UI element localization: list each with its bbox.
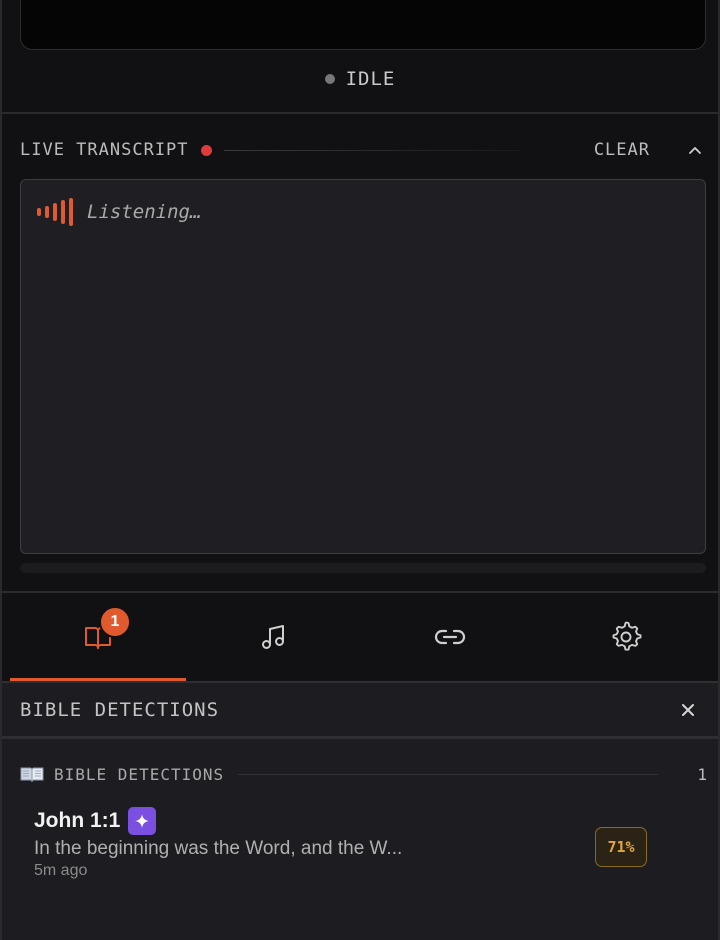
close-icon: [682, 703, 694, 716]
transcript-title: LIVE TRANSCRIPT: [20, 140, 189, 160]
section-header: BIBLE DETECTIONS 1: [20, 763, 708, 785]
app-root: IDLE LIVE TRANSCRIPT CLEAR Listening… 1 …: [0, 0, 720, 940]
tab-link[interactable]: [362, 593, 538, 681]
transcript-header: LIVE TRANSCRIPT CLEAR: [20, 138, 706, 162]
verse-text: In the beginning was the Word, and the W…: [34, 838, 403, 859]
live-indicator-dot: [200, 144, 212, 156]
detection-item[interactable]: John 1:1 In the beginning was the Word, …: [34, 807, 674, 887]
detection-time: 5m ago: [34, 862, 88, 879]
sparkle-icon: [135, 814, 150, 828]
chevron-up-icon: [689, 147, 701, 154]
status-dot: [324, 74, 335, 84]
ai-sparkle-badge: [128, 807, 157, 835]
verse-reference: John 1:1: [34, 809, 121, 832]
divider: [2, 112, 718, 114]
transcript-area[interactable]: Listening…: [20, 179, 706, 554]
open-book-icon: [20, 767, 44, 783]
detection-count: 1: [697, 764, 708, 784]
detections-panel: BIBLE DETECTIONS BIBLE DETECTIONS 1 John…: [2, 681, 718, 940]
status-label: IDLE: [345, 68, 396, 90]
panel-title: BIBLE DETECTIONS: [20, 698, 220, 721]
audio-wave-icon: [37, 198, 73, 226]
tab-bar: 1: [10, 593, 714, 681]
panel-header: BIBLE DETECTIONS: [2, 683, 718, 739]
horizontal-scrollbar[interactable]: [20, 563, 706, 573]
listening-indicator: Listening…: [37, 198, 201, 226]
close-button[interactable]: [678, 700, 698, 720]
tab-settings[interactable]: [538, 593, 714, 681]
listening-text: Listening…: [87, 201, 202, 223]
collapse-button[interactable]: [684, 139, 706, 161]
link-icon: [434, 629, 466, 645]
confidence-badge: 71%: [595, 827, 647, 867]
tab-badge: 1: [99, 606, 131, 638]
section-rule: [238, 773, 659, 775]
tab-bible[interactable]: 1: [10, 593, 186, 681]
header-rule: [223, 149, 519, 151]
section-label: BIBLE DETECTIONS: [54, 764, 225, 784]
gear-icon: [612, 621, 642, 651]
clear-button[interactable]: CLEAR: [594, 140, 650, 160]
reference-row: John 1:1: [34, 807, 674, 835]
music-note-icon: [262, 625, 284, 649]
tab-music[interactable]: [186, 593, 362, 681]
status-indicator: IDLE: [2, 68, 718, 90]
preview-screen: [20, 0, 706, 50]
